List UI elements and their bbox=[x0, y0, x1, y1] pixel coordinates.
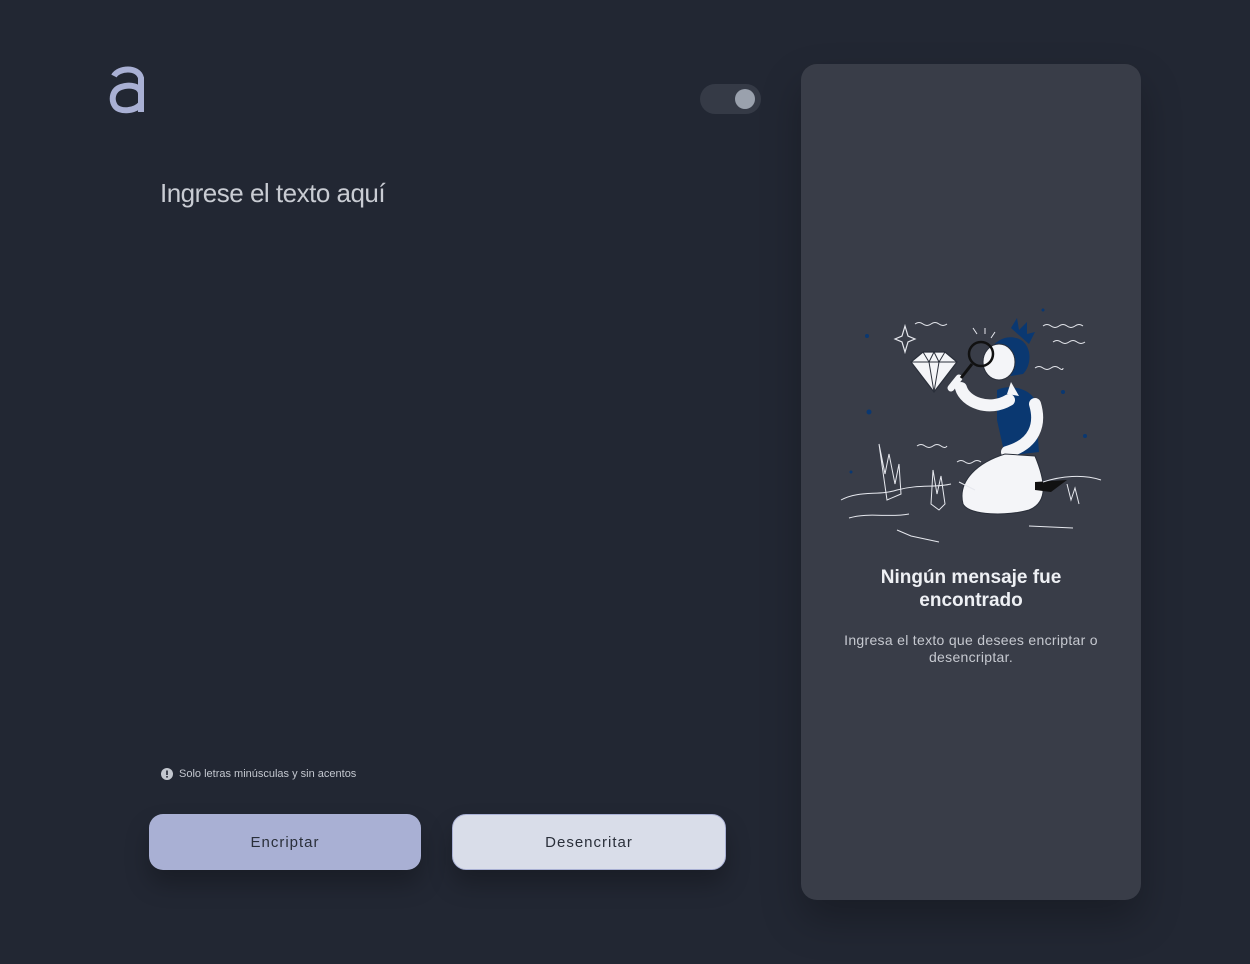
toggle-knob bbox=[735, 89, 755, 109]
input-hint: Solo letras minúsculas y sin acentos bbox=[161, 768, 356, 780]
output-title: Ningún mensaje fue encontrado bbox=[880, 567, 1062, 611]
info-icon bbox=[161, 768, 173, 780]
app-page: Solo letras minúsculas y sin acentos Enc… bbox=[0, 0, 1250, 964]
output-panel: Ningún mensaje fue encontrado Ingresa el… bbox=[801, 64, 1141, 900]
hint-text: Solo letras minúsculas y sin acentos bbox=[179, 768, 357, 780]
encrypt-button[interactable]: Encriptar bbox=[149, 814, 421, 870]
empty-state-illustration bbox=[840, 308, 1102, 543]
decrypt-button[interactable]: Desencritar bbox=[452, 814, 726, 870]
text-input[interactable] bbox=[160, 178, 720, 738]
output-description: Ingresa el texto que desees encriptar o … bbox=[844, 632, 1098, 665]
alura-logo-icon[interactable] bbox=[108, 62, 146, 114]
theme-toggle[interactable] bbox=[700, 84, 761, 114]
